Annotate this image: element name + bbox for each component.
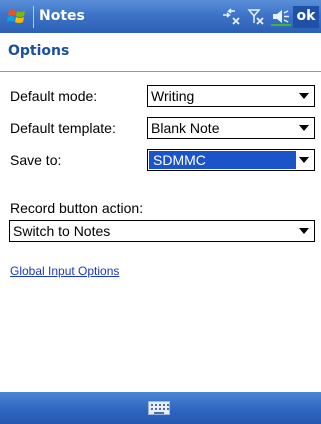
record-button-action-value: Switch to Notes xyxy=(13,223,111,239)
chevron-down-icon xyxy=(299,228,309,234)
signal-off-icon[interactable] xyxy=(247,8,265,26)
chevron-down-icon xyxy=(299,93,309,99)
windows-flag-icon[interactable] xyxy=(6,6,28,28)
default-mode-label: Default mode: xyxy=(10,88,98,104)
global-input-options-link[interactable]: Global Input Options xyxy=(10,264,119,278)
default-template-dropdown[interactable]: Blank Note xyxy=(147,117,315,139)
keyboard-icon[interactable] xyxy=(148,401,170,415)
default-mode-dropdown[interactable]: Writing xyxy=(147,85,315,107)
save-to-dropdown[interactable]: SDMMC xyxy=(147,149,315,171)
menu-bar xyxy=(0,392,321,424)
heading-divider xyxy=(0,71,321,72)
connectivity-icon[interactable] xyxy=(221,8,241,26)
record-button-action-dropdown[interactable]: Switch to Notes xyxy=(9,220,315,242)
chevron-down-icon xyxy=(299,157,309,163)
status-icons xyxy=(221,6,291,28)
default-mode-value: Writing xyxy=(151,88,195,104)
record-button-action-label: Record button action: xyxy=(10,200,144,216)
default-template-label: Default template: xyxy=(10,120,116,136)
ok-button[interactable]: ok xyxy=(293,6,319,28)
app-title: Notes xyxy=(39,8,85,24)
title-bar: Notes ok xyxy=(0,0,321,33)
save-to-label: Save to: xyxy=(10,152,62,168)
volume-icon[interactable] xyxy=(271,8,291,26)
save-to-value: SDMMC xyxy=(149,151,296,169)
chevron-down-icon xyxy=(299,125,309,131)
title-separator xyxy=(33,6,34,28)
page-title: Options xyxy=(8,43,70,59)
default-template-value: Blank Note xyxy=(151,120,220,136)
